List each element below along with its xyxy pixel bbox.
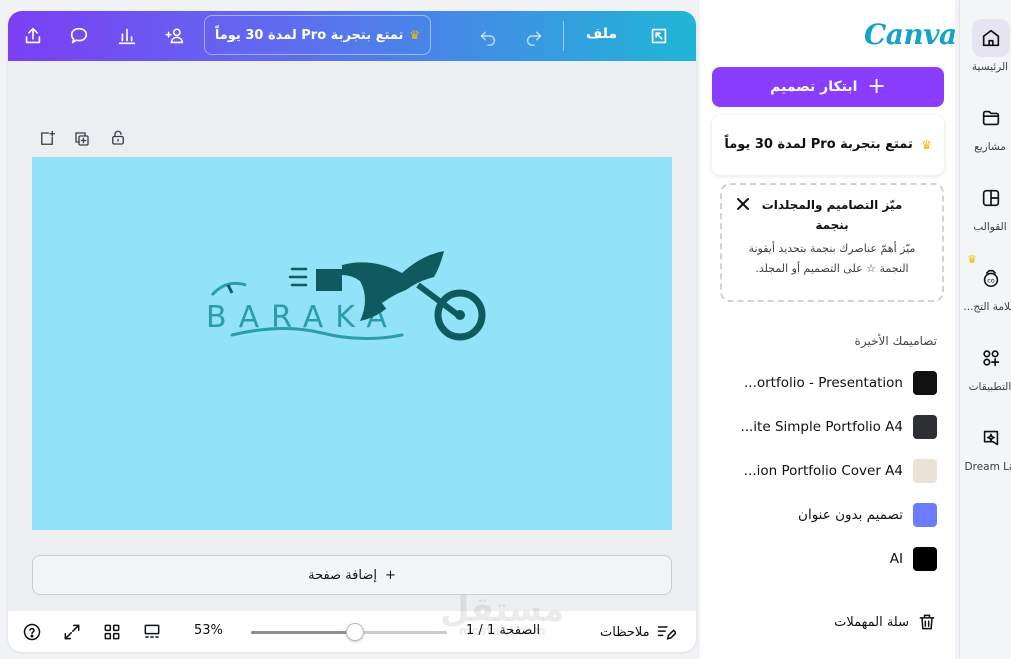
rail-item-apps[interactable]: التطبيقات (960, 339, 1011, 399)
recent-design-label: AI (889, 551, 903, 567)
close-icon[interactable] (736, 197, 750, 211)
lock-icon[interactable] (109, 129, 127, 147)
design-thumbnail (913, 415, 937, 439)
rail-label-brand: علامة التج... (963, 301, 1011, 313)
apps-icon (972, 339, 1010, 377)
resize-icon[interactable] (646, 23, 672, 49)
pro-trial-card[interactable]: ♛ تمتع بتجربة Pro لمدة 30 يوماً (712, 115, 944, 175)
rail-label-projects: مشاريع (974, 141, 1006, 153)
add-page-button[interactable]: + إضافة صفحة (32, 555, 672, 595)
dream-lab-icon (972, 419, 1010, 457)
star-tip-card: ميّز التصاميم والمجلدات بنجمة ميّز أهمّ … (720, 183, 944, 302)
zoom-slider-thumb[interactable] (346, 623, 364, 641)
fullscreen-icon[interactable] (62, 622, 82, 642)
crown-icon: ♛ (921, 138, 932, 152)
home-icon (972, 19, 1010, 57)
create-design-button[interactable]: + ابتكار تصميم (712, 67, 944, 107)
pro-trial-pill[interactable]: ♛ تمتع بتجربة Pro لمدة 30 يوماً (204, 15, 431, 55)
rail-label-dream-lab: Dream La (964, 461, 1011, 473)
recent-design-label: تصميم بدون عنوان (798, 507, 903, 523)
notes-button[interactable]: ملاحظات (600, 622, 676, 642)
page-count[interactable]: الصفحة 1 / 1 (466, 623, 540, 638)
rail-item-dream-lab[interactable]: Dream La (960, 419, 1011, 479)
recent-design-item[interactable]: ...ite Simple Portfolio A4 (712, 412, 937, 442)
rail-item-projects[interactable]: مشاريع (960, 99, 1011, 159)
plus-icon: + (867, 74, 886, 99)
nav-rail: الرئيسية مشاريع القوالب ♛ co علامة التج.… (959, 0, 1011, 659)
trash-button[interactable]: سلة المهملات (834, 612, 937, 632)
pro-trial-card-label: تمتع بتجربة Pro لمدة 30 يوماً (724, 137, 913, 152)
recent-designs-heading: تصاميمك الأخيرة (854, 334, 937, 348)
canva-logo[interactable]: Canva (864, 18, 957, 51)
crown-icon: ♛ (409, 28, 421, 42)
folder-icon (972, 99, 1010, 137)
recent-design-item[interactable]: ...ion Portfolio Cover A4 (712, 456, 937, 486)
star-tip-body: ميّز أهمّ عناصرك بنجمة بتحديد أيقونة الن… (748, 242, 916, 275)
templates-icon (972, 179, 1010, 217)
home-panel: Canva + ابتكار تصميم ♛ تمتع بتجربة Pro ل… (700, 0, 957, 659)
rail-item-home[interactable]: الرئيسية (960, 19, 1011, 79)
recent-design-label: ...ite Simple Portfolio A4 (740, 419, 903, 435)
create-design-label: ابتكار تصميم (770, 79, 858, 95)
trash-icon (919, 614, 935, 630)
recent-design-label: ...ortfolio - Presentation (744, 375, 903, 391)
star-tip-title: ميّز التصاميم والمجلدات بنجمة (761, 198, 903, 232)
svg-text:co: co (987, 277, 995, 285)
zoom-slider[interactable] (251, 623, 447, 641)
redo-icon[interactable] (521, 23, 547, 49)
thumbnail-view-icon[interactable] (142, 622, 162, 642)
topbar-divider (563, 21, 564, 51)
editor-window: ♛ تمتع بتجربة Pro لمدة 30 يوماً ملف BARA… (8, 11, 696, 652)
share-icon[interactable] (20, 23, 46, 49)
add-people-icon[interactable] (162, 23, 188, 49)
rail-label-apps: التطبيقات (968, 381, 1011, 393)
design-thumbnail (913, 547, 937, 571)
comment-icon[interactable] (66, 23, 92, 49)
zoom-slider-fill (251, 631, 355, 634)
baraka-logo[interactable]: BARAKA (192, 245, 492, 355)
add-page-plus: + (385, 567, 396, 583)
notes-icon (657, 626, 676, 640)
rail-item-brand[interactable]: ♛ co علامة التج... (960, 253, 1011, 319)
zoom-value[interactable]: 53% (194, 623, 223, 638)
rail-item-templates[interactable]: القوالب (960, 179, 1011, 239)
file-menu[interactable]: ملف (586, 26, 617, 42)
canvas-area: BARAKA + إضافة صفحة 53% الصفحة 1 / 1 ملا… (8, 61, 696, 652)
pro-trial-label: تمتع بتجربة Pro لمدة 30 يوماً (214, 27, 404, 43)
recent-design-item[interactable]: AI (712, 544, 937, 574)
grid-view-icon[interactable] (102, 622, 122, 642)
rail-label-templates: القوالب (973, 221, 1007, 233)
editor-bottombar: 53% الصفحة 1 / 1 ملاحظات (8, 611, 696, 652)
rail-label-home: الرئيسية (971, 61, 1009, 73)
add-page-icon[interactable] (38, 130, 56, 148)
recent-design-item[interactable]: تصميم بدون عنوان (712, 500, 937, 530)
editor-topbar: ♛ تمتع بتجربة Pro لمدة 30 يوماً ملف (8, 11, 696, 61)
help-icon[interactable] (22, 622, 42, 642)
recent-design-item[interactable]: ...ortfolio - Presentation (712, 368, 937, 398)
brand-icon: co (972, 259, 1010, 297)
notes-label: ملاحظات (600, 624, 650, 640)
trash-label: سلة المهملات (834, 614, 909, 630)
design-thumbnail (913, 371, 937, 395)
design-page[interactable]: BARAKA (32, 157, 672, 530)
design-thumbnail (913, 503, 937, 527)
undo-icon[interactable] (475, 23, 501, 49)
design-thumbnail (913, 459, 937, 483)
duplicate-page-icon[interactable] (73, 130, 91, 148)
analytics-icon[interactable] (114, 23, 140, 49)
recent-design-label: ...ion Portfolio Cover A4 (743, 463, 903, 479)
add-page-label: إضافة صفحة (308, 567, 377, 583)
